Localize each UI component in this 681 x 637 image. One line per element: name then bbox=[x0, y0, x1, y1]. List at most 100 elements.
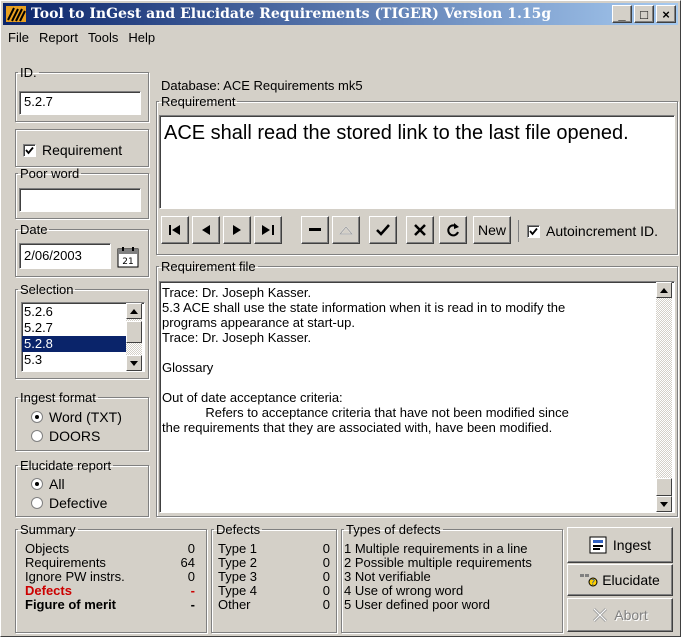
selection-scrollbar[interactable] bbox=[126, 303, 142, 371]
menu-help[interactable]: Help bbox=[123, 30, 160, 45]
file-line: 5.3 ACE shall use the state information … bbox=[162, 300, 566, 315]
delete-record-button[interactable] bbox=[301, 216, 329, 244]
abort-button: Abort bbox=[567, 598, 673, 632]
file-line: Refers to acceptance criteria that have … bbox=[162, 405, 569, 420]
scroll-down-button[interactable] bbox=[126, 355, 142, 371]
file-scrollbar[interactable] bbox=[656, 282, 672, 512]
radio-button[interactable] bbox=[31, 478, 43, 490]
title-bar[interactable]: Tool to InGest and Elucidate Requirement… bbox=[3, 3, 678, 25]
requirement-checkbox[interactable]: Requirement bbox=[23, 142, 122, 158]
previous-record-button[interactable] bbox=[192, 216, 220, 244]
refresh-icon bbox=[447, 223, 459, 237]
defect-type-text: 1 Multiple requirements in a line bbox=[344, 541, 528, 556]
defects-name: Other bbox=[218, 597, 251, 612]
summary-name: Requirements bbox=[25, 555, 106, 570]
first-record-icon bbox=[169, 225, 180, 235]
summary-name: Figure of merit bbox=[25, 597, 117, 612]
defect-type-text: 3 Not verifiable bbox=[344, 569, 431, 584]
arrow-down-icon bbox=[130, 360, 138, 366]
file-line: Trace: Dr. Joseph Kasser. bbox=[162, 285, 312, 300]
abort-label: Abort bbox=[614, 607, 648, 623]
defect-type-text: 2 Possible multiple requirements bbox=[344, 555, 532, 570]
new-button[interactable]: New bbox=[473, 216, 511, 244]
previous-icon bbox=[202, 225, 210, 235]
selection-item[interactable]: 5.2.7 bbox=[22, 320, 126, 336]
defects-row: Type 1 0 bbox=[218, 542, 330, 556]
summary-row-figure-of-merit: Figure of merit - bbox=[25, 598, 195, 612]
close-button[interactable]: × bbox=[656, 5, 676, 23]
defects-name: Type 2 bbox=[218, 555, 258, 570]
summary-table: Objects 0 Requirements 64 Ignore PW instrs… bbox=[25, 542, 195, 612]
check-icon bbox=[25, 146, 34, 154]
summary-row: Ignore PW instrs. 0 bbox=[25, 570, 195, 584]
calendar-icon[interactable]: 21 bbox=[117, 246, 139, 268]
defects-value: 0 bbox=[322, 541, 330, 556]
post-edit-button[interactable] bbox=[369, 216, 397, 244]
summary-value: - bbox=[190, 583, 195, 598]
radio-all[interactable]: All bbox=[31, 476, 65, 492]
requirement-file-label: Requirement file bbox=[161, 259, 256, 274]
defects-name: Type 1 bbox=[218, 541, 258, 556]
defects-name: Type 3 bbox=[218, 569, 258, 584]
defects-value: 0 bbox=[322, 569, 330, 584]
window-title: Tool to InGest and Elucidate Requirement… bbox=[31, 6, 552, 22]
file-line: Out of date acceptance criteria: bbox=[162, 390, 343, 405]
database-label: Database: ACE Requirements mk5 bbox=[161, 78, 363, 93]
scroll-thumb[interactable] bbox=[656, 478, 672, 496]
radio-doors[interactable]: DOORS bbox=[31, 428, 100, 444]
last-record-button[interactable] bbox=[254, 216, 282, 244]
next-record-button[interactable] bbox=[223, 216, 251, 244]
svg-text:?: ? bbox=[591, 578, 595, 587]
svg-text:21: 21 bbox=[122, 257, 133, 267]
radio-defective-label: Defective bbox=[49, 495, 108, 511]
selection-list[interactable]: 5.2.6 5.2.7 5.2.8 5.3 bbox=[21, 302, 145, 372]
elucidate-button[interactable]: ? Elucidate bbox=[567, 564, 673, 596]
scroll-thumb[interactable] bbox=[126, 321, 142, 343]
defect-type-item: 1 Multiple requirements in a line bbox=[344, 542, 560, 556]
selection-item[interactable]: 5.2.6 bbox=[22, 304, 126, 320]
maximize-button[interactable]: □ bbox=[634, 5, 654, 23]
requirement-text[interactable]: ACE shall read the stored link to the la… bbox=[159, 115, 675, 209]
menu-report[interactable]: Report bbox=[34, 30, 83, 45]
date-input[interactable]: 2/06/2003 bbox=[19, 243, 111, 269]
requirement-file-text[interactable]: Trace: Dr. Joseph Kasser. 5.3 ACE shall … bbox=[159, 281, 675, 513]
last-record-icon bbox=[262, 225, 274, 235]
cancel-edit-button[interactable] bbox=[406, 216, 434, 244]
defects-name: Type 4 bbox=[218, 583, 258, 598]
menu-tools[interactable]: Tools bbox=[83, 30, 123, 45]
minimize-icon: _ bbox=[618, 6, 626, 22]
radio-button[interactable] bbox=[31, 497, 43, 509]
checkbox-box[interactable] bbox=[23, 143, 36, 157]
elucidate-icon: ? bbox=[580, 574, 598, 587]
arrow-up-icon bbox=[660, 287, 668, 293]
radio-defective[interactable]: Defective bbox=[31, 495, 107, 511]
minimize-button[interactable]: _ bbox=[612, 5, 632, 23]
radio-button[interactable] bbox=[31, 411, 43, 423]
autoincrement-checkbox[interactable]: Autoincrement ID. bbox=[518, 220, 658, 242]
defects-label: Defects bbox=[216, 522, 261, 537]
minus-icon bbox=[309, 228, 321, 231]
radio-button[interactable] bbox=[31, 430, 43, 442]
tiger-app-icon bbox=[5, 5, 27, 23]
radio-word-txt[interactable]: Word (TXT) bbox=[31, 409, 122, 425]
summary-name: Ignore PW instrs. bbox=[25, 569, 125, 584]
defects-table: Type 1 0 Type 2 0 Type 3 0 Type 4 0 Other 0 bbox=[218, 542, 330, 612]
id-input[interactable]: 5.2.7 bbox=[19, 91, 141, 115]
ingest-button[interactable]: Ingest bbox=[567, 527, 673, 563]
selection-item-selected[interactable]: 5.2.8 bbox=[22, 336, 126, 352]
checkbox-box[interactable] bbox=[527, 224, 540, 238]
selection-item[interactable]: 5.3 bbox=[22, 352, 126, 368]
scroll-up-button[interactable] bbox=[126, 303, 142, 319]
insert-record-button bbox=[332, 216, 360, 244]
menu-file[interactable]: File bbox=[3, 30, 34, 45]
scroll-down-button[interactable] bbox=[656, 496, 672, 512]
requirement-label: Requirement bbox=[161, 94, 236, 109]
radio-all-label: All bbox=[49, 476, 65, 492]
file-line bbox=[162, 375, 656, 390]
refresh-button[interactable] bbox=[439, 216, 467, 244]
up-triangle-icon bbox=[339, 225, 353, 235]
poor-word-input[interactable] bbox=[19, 188, 141, 212]
defect-type-item: 3 Not verifiable bbox=[344, 570, 560, 584]
scroll-up-button[interactable] bbox=[656, 282, 672, 298]
first-record-button[interactable] bbox=[161, 216, 189, 244]
